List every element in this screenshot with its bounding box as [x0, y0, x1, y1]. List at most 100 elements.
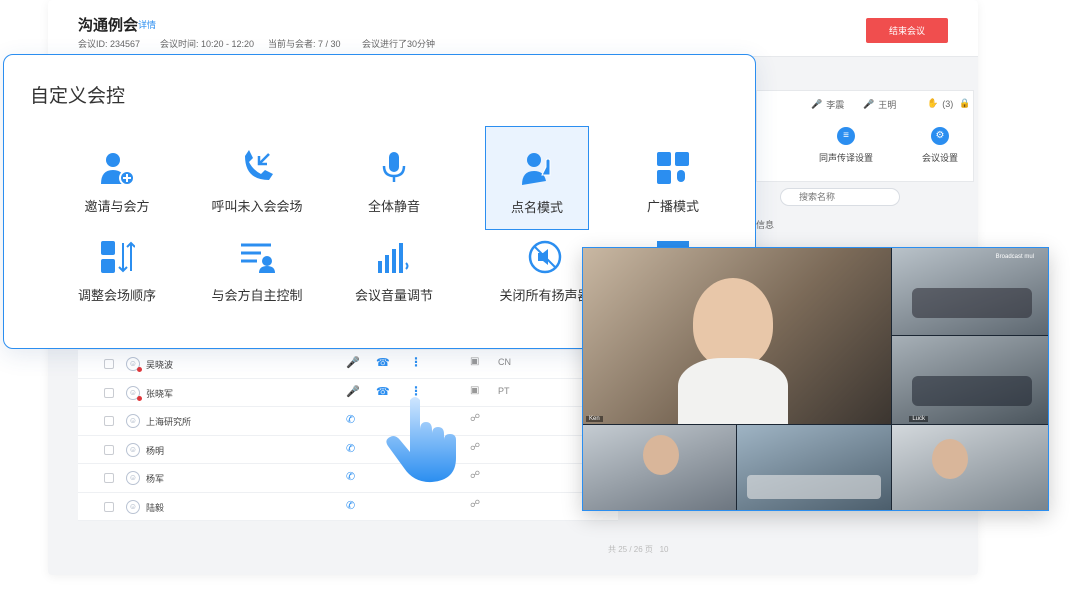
control-microphone[interactable]: 全体静音 — [334, 126, 454, 228]
phone-icon[interactable]: ✆ — [346, 413, 355, 426]
camera-icon[interactable]: ▣ — [470, 356, 479, 367]
raise-hand-icon: ✋ — [927, 98, 939, 108]
status-dot — [137, 395, 142, 401]
control-invite-user[interactable]: 邀请与会方 — [57, 126, 177, 228]
table-row[interactable]: ☺ 杨军 ✆ ☍ — [78, 464, 618, 493]
row-checkbox[interactable] — [104, 387, 114, 398]
meeting-time: 会议时间: 10:20 - 12:20 — [160, 39, 255, 49]
hangup-icon[interactable]: ☍ — [470, 413, 480, 424]
video-grid: Ken Broadcast mul Luck — [582, 247, 1049, 511]
broadcast-grid-icon — [657, 152, 689, 184]
meeting-table — [912, 376, 1032, 406]
participant-name: 上海研究所 — [146, 417, 192, 427]
control-call-incoming[interactable]: 呼叫未入会会场 — [197, 126, 317, 228]
participant-name: 张晓军 — [146, 388, 174, 399]
control-label: 调整会场顺序 — [77, 288, 156, 303]
reorder-icon — [101, 241, 135, 273]
pagination[interactable]: 共 25 / 26 页 10 — [608, 544, 669, 555]
video-tile[interactable]: Luck — [892, 336, 1048, 424]
microphone-icon — [382, 152, 406, 182]
participant-name: 杨明 — [146, 445, 165, 456]
row-checkbox[interactable] — [104, 416, 114, 426]
phone-icon[interactable]: ✆ — [346, 470, 355, 483]
participant-table: ☺ 吴晓波 🎤 ☎ ⋮ ▣ CN ☺ 张晓军 🎤 ☎ ⋮ ▣ PT ☺ 上海研究所 ✆ ☍ ☺ 杨明 ✆ ☍ ☺ 杨军 ✆ ☍ ☺ 陆… — [78, 350, 618, 521]
language-badge: PT — [498, 385, 510, 396]
table-row[interactable]: ☺ 吴晓波 🎤 ☎ ⋮ ▣ CN — [78, 350, 618, 379]
info-label: 信息 — [756, 220, 775, 230]
video-tile[interactable] — [583, 425, 736, 510]
control-volume-bars[interactable]: 会议音量调节 — [334, 215, 454, 317]
control-sliders-user[interactable]: 与会方自主控制 — [197, 215, 317, 317]
video-tile[interactable] — [737, 425, 891, 510]
phone-icon[interactable]: ✆ — [346, 442, 355, 455]
participant-name: 杨军 — [146, 474, 165, 484]
control-broadcast-grid[interactable]: 广播模式 — [613, 126, 733, 228]
control-label: 呼叫未入会会场 — [211, 199, 303, 214]
row-checkbox[interactable] — [104, 359, 114, 369]
hangup-icon[interactable]: ☍ — [470, 470, 480, 481]
meeting-tools-panel: 🎤 李震 🎤 王明 ✋ (3) 🔒 ≡ 同声传译设置 ⚙ 会议设置 — [756, 90, 974, 182]
call-incoming-icon — [245, 150, 273, 180]
hangup-icon[interactable]: ☎ — [376, 356, 390, 369]
participant-name: 陆毅 — [146, 502, 165, 513]
meeting-settings[interactable]: ⚙ 会议设置 — [895, 127, 978, 164]
end-meeting-button[interactable]: 结束会议 — [866, 18, 948, 43]
control-reorder[interactable]: 调整会场顺序 — [57, 215, 177, 317]
gear-icon: ⚙ — [931, 127, 949, 145]
interpretation-settings[interactable]: ≡ 同声传译设置 — [801, 127, 891, 164]
table-row[interactable]: ☺ 陆毅 ✆ ☍ — [78, 493, 618, 521]
participant-name: 吴晓波 — [146, 360, 174, 370]
table-row[interactable]: ☺ 上海研究所 ✆ ☍ — [78, 407, 618, 436]
hangup-icon[interactable]: ☍ — [470, 499, 480, 510]
row-checkbox[interactable] — [104, 501, 114, 512]
table-row[interactable]: ☺ 张晓军 🎤 ☎ ⋮ ▣ PT — [78, 379, 618, 407]
avatar: ☺ — [126, 471, 140, 485]
hand-pointer-icon — [386, 397, 456, 483]
camera-icon[interactable]: ▣ — [470, 385, 479, 396]
lock-icon[interactable]: 🔒 — [959, 98, 970, 109]
status-dot — [137, 367, 142, 372]
table-row[interactable]: ☺ 杨明 ✆ ☍ — [78, 436, 618, 464]
detail-link[interactable]: 详情 — [138, 18, 156, 31]
avatar: ☺ — [126, 357, 142, 372]
microphone-icon[interactable]: 🎤 — [346, 356, 360, 369]
speaker-off-icon — [528, 240, 562, 274]
interpretation-icon: ≡ — [837, 127, 855, 145]
roll-call-icon — [522, 153, 551, 185]
avatar: ☺ — [126, 499, 140, 514]
more-icon[interactable]: ⋮ — [410, 355, 422, 369]
control-label: 全体静音 — [367, 199, 420, 214]
search-input[interactable] — [780, 188, 900, 206]
speaker-body — [678, 358, 788, 424]
participant-figure — [643, 435, 679, 475]
phone-icon[interactable]: ✆ — [346, 499, 355, 512]
video-tile[interactable] — [892, 425, 1048, 510]
row-checkbox[interactable] — [104, 444, 114, 455]
control-label: 与会方自主控制 — [211, 288, 303, 303]
elapsed-time: 会议进行了30分钟 — [362, 39, 436, 49]
avatar: ☺ — [126, 385, 142, 401]
panel-title: 自定义会控 — [30, 86, 126, 107]
speaker-figure — [693, 278, 773, 368]
video-tile-label: Luck — [909, 416, 928, 422]
control-label: 广播模式 — [646, 199, 699, 214]
video-tile[interactable]: Broadcast mul — [892, 248, 1048, 335]
volume-bars-icon — [378, 243, 409, 273]
control-label: 点名模式 — [510, 200, 563, 215]
avatar: ☺ — [126, 442, 140, 457]
microphone-icon[interactable]: 🎤 — [346, 385, 360, 398]
raised-hands[interactable]: ✋ (3) — [927, 98, 953, 109]
hangup-icon[interactable]: ☍ — [470, 442, 480, 453]
meeting-id: 会议ID: 234567 — [78, 39, 141, 49]
invite-user-icon — [101, 153, 135, 186]
video-tile-main[interactable]: Ken — [583, 248, 891, 424]
sliders-user-icon — [241, 243, 275, 273]
row-checkbox[interactable] — [104, 473, 114, 483]
attendee-count: 当前与会者: 7 / 30 — [268, 39, 341, 49]
participant-chip[interactable]: 🎤 王明 — [863, 98, 896, 111]
avatar: ☺ — [126, 414, 140, 428]
participant-chip[interactable]: 🎤 李震 — [811, 98, 844, 111]
control-label: 会议音量调节 — [354, 288, 433, 303]
meeting-title: 沟通例会 — [78, 17, 139, 34]
broadcast-label: Broadcast mul — [995, 254, 1034, 260]
